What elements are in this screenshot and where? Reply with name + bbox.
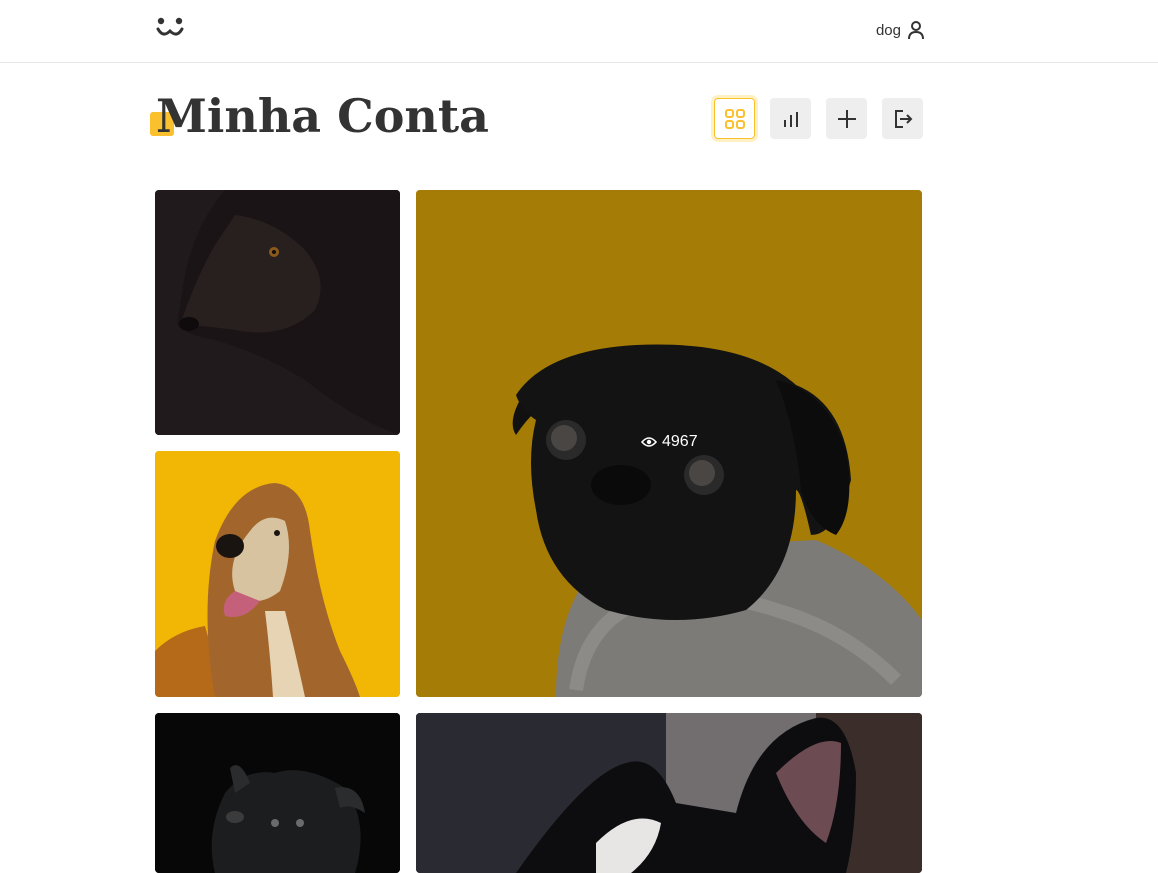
- photo-card-afghan-hound[interactable]: [155, 451, 400, 697]
- statistics-button[interactable]: [770, 98, 811, 139]
- black-dog-profile-photo: [155, 190, 400, 435]
- view-count-value: 4967: [662, 433, 698, 450]
- eye-icon: [641, 437, 657, 447]
- page-title: Minha Conta: [156, 89, 489, 143]
- photo-card-french-bulldog[interactable]: [416, 713, 922, 873]
- logout-icon: [894, 109, 912, 128]
- feed-grid-button[interactable]: [714, 98, 755, 139]
- plus-post-icon: [837, 109, 856, 128]
- dog-face-logo-icon[interactable]: [155, 15, 185, 41]
- photo-view-count: 4967: [641, 433, 698, 451]
- photo-card-black-dog-looking-up[interactable]: [155, 713, 400, 873]
- add-photo-button[interactable]: [826, 98, 867, 139]
- photo-card-pug[interactable]: 4967: [416, 190, 922, 697]
- grid-feed-icon: [724, 108, 745, 129]
- afghan-hound-photo: [155, 451, 400, 697]
- user-account-link[interactable]: dog: [876, 19, 925, 41]
- black-dog-looking-up-photo: [155, 713, 400, 873]
- username-label: dog: [875, 21, 901, 39]
- page-title-block: Minha Conta: [150, 88, 489, 148]
- logout-button[interactable]: [882, 98, 923, 139]
- account-toolbar: [714, 98, 923, 139]
- photo-card-black-dog[interactable]: [155, 190, 400, 435]
- user-icon: [908, 21, 924, 40]
- photo-feed: 4967: [155, 190, 922, 873]
- bar-chart-stats-icon: [783, 111, 798, 127]
- french-bulldog-photo: [416, 713, 922, 873]
- site-header: dog: [0, 0, 1158, 63]
